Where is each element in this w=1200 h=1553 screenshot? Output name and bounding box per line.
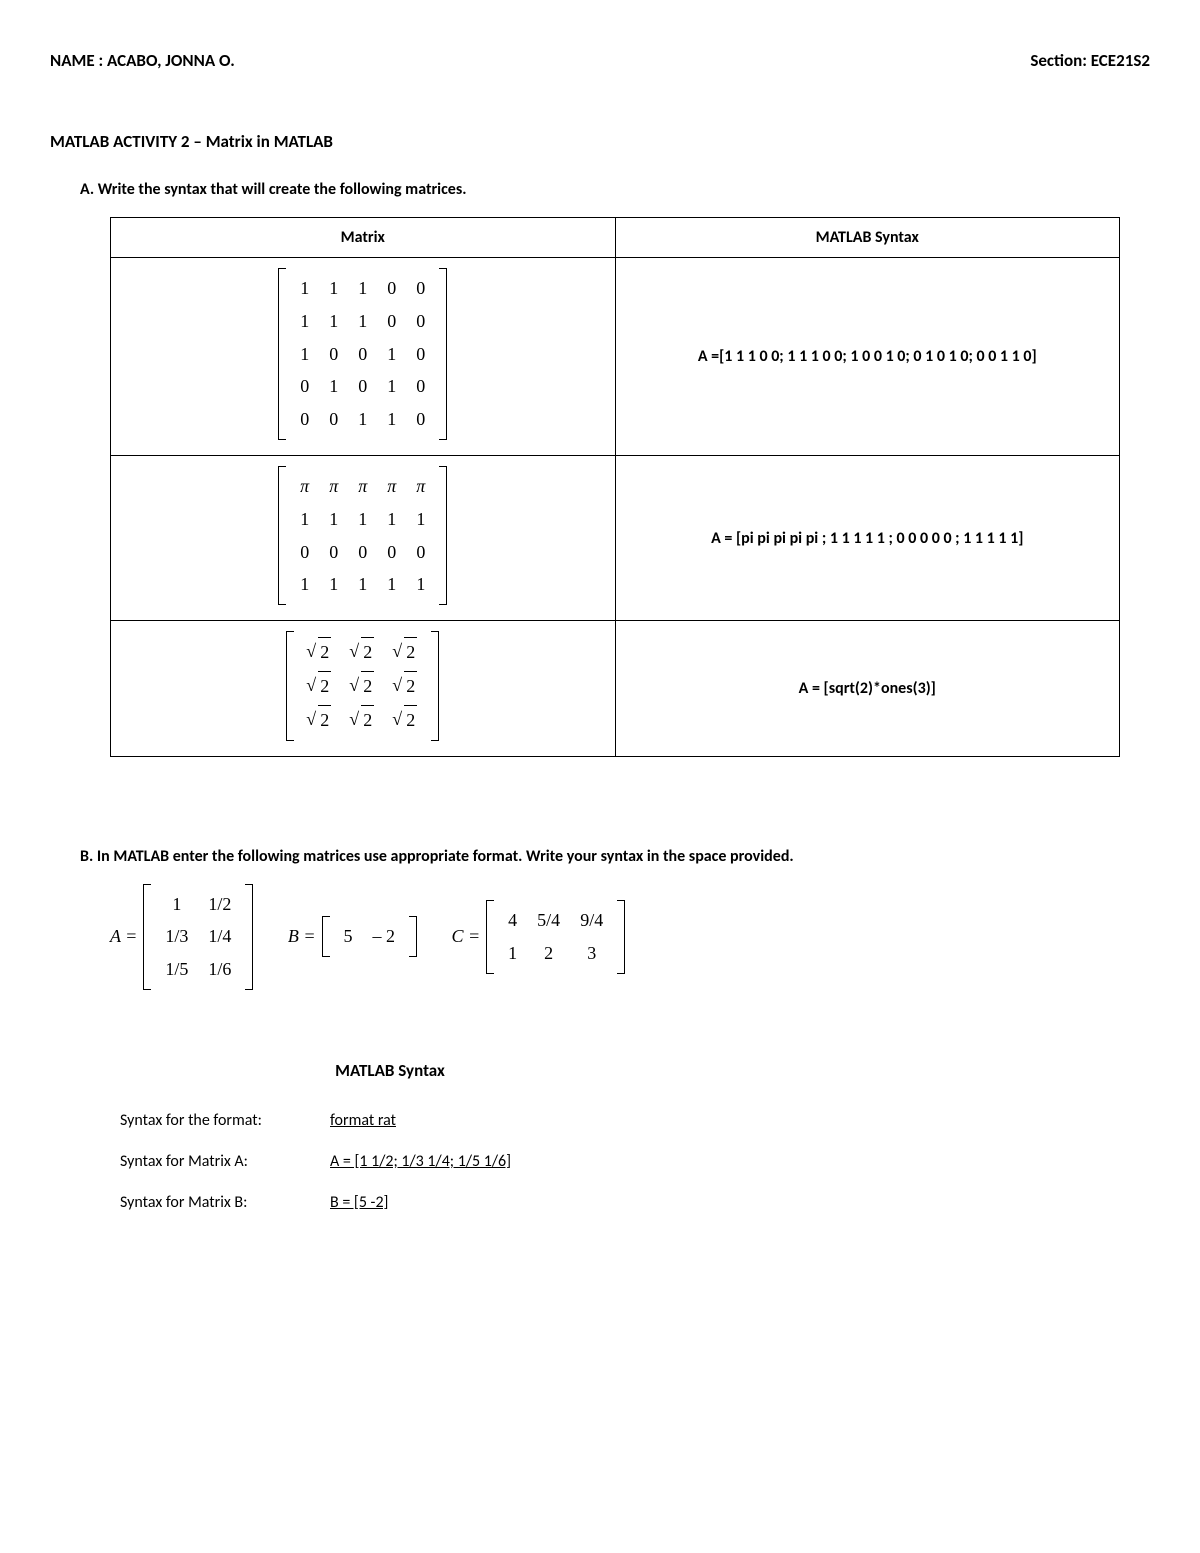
def-A: A = 11/21/31/41/51/6: [110, 884, 253, 990]
matrix-cell: 222222222: [111, 621, 616, 756]
syntax-value: A = [1 1/2; 1/3 1/4; 1/5 1/6]: [330, 1152, 511, 1171]
def-B: B = 5– 2: [288, 916, 417, 957]
syntax-cell: A = [pi pi pi pi pi ; 1 1 1 1 1 ; 0 0 0 …: [615, 455, 1120, 620]
syntax-heading: MATLAB Syntax: [290, 1060, 490, 1081]
syntax-line: Syntax for Matrix A: A = [1 1/2; 1/3 1/4…: [120, 1152, 1150, 1171]
col-matrix: Matrix: [111, 218, 616, 258]
syntax-line: Syntax for the format: format rat: [120, 1111, 1150, 1130]
section: Section: ECE21S2: [1030, 50, 1150, 71]
syntax-cell: A =[1 1 1 0 0; 1 1 1 0 0; 1 0 0 1 0; 0 1…: [615, 258, 1120, 456]
syntax-key: Syntax for the format:: [120, 1111, 330, 1130]
table-row: 222222222 A = [sqrt(2)*ones(3)]: [111, 621, 1120, 756]
matrix-display: 11/21/31/41/51/6: [143, 884, 253, 990]
matrix-display: 45/49/4123: [486, 900, 625, 974]
doc-header: NAME : ACABO, JONNA O. Section: ECE21S2: [50, 50, 1150, 71]
matrix-definitions: A = 11/21/31/41/51/6 B = 5– 2 C = 45/49/…: [110, 884, 1150, 990]
table-row: 1110011100100100101000110 A =[1 1 1 0 0;…: [111, 258, 1120, 456]
syntax-cell: A = [sqrt(2)*ones(3)]: [615, 621, 1120, 756]
matrix-display: 222222222: [286, 631, 439, 740]
def-C: C = 45/49/4123: [452, 900, 626, 974]
syntax-value: B = [5 -2]: [330, 1193, 388, 1212]
section-a-label: A. Write the syntax that will create the…: [80, 180, 1150, 199]
col-syntax: MATLAB Syntax: [615, 218, 1120, 258]
table-row: πππππ111110000011111 A = [pi pi pi pi pi…: [111, 455, 1120, 620]
syntax-line: Syntax for Matrix B: B = [5 -2]: [120, 1193, 1150, 1212]
matrix-display: 5– 2: [322, 916, 418, 957]
syntax-key: Syntax for Matrix B:: [120, 1193, 330, 1212]
student-name: NAME : ACABO, JONNA O.: [50, 50, 235, 71]
matrix-display: πππππ111110000011111: [278, 466, 447, 605]
matrix-display: 1110011100100100101000110: [278, 268, 447, 440]
matrix-cell: πππππ111110000011111: [111, 455, 616, 620]
matrix-syntax-table: Matrix MATLAB Syntax 1110011100100100101…: [110, 217, 1120, 757]
matrix-cell: 1110011100100100101000110: [111, 258, 616, 456]
syntax-value: format rat: [330, 1111, 396, 1130]
activity-title: MATLAB ACTIVITY 2 – Matrix in MATLAB: [50, 131, 1150, 152]
section-b-label: B. In MATLAB enter the following matrice…: [80, 847, 1120, 866]
syntax-key: Syntax for Matrix A:: [120, 1152, 330, 1171]
